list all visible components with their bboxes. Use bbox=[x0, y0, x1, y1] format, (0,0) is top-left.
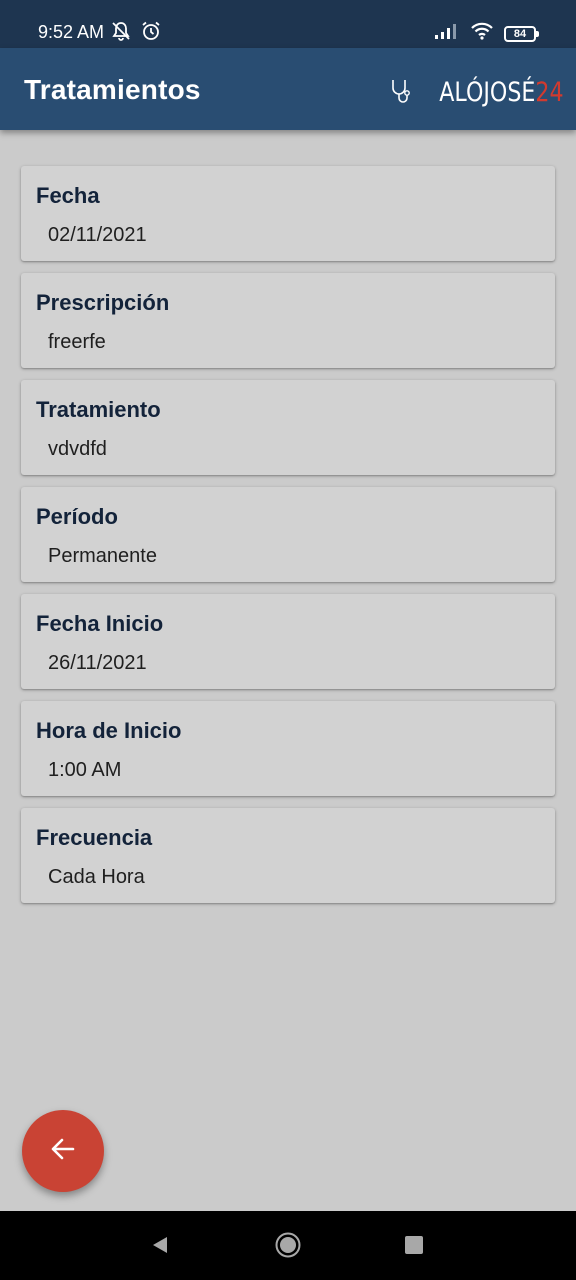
card-label: Fecha bbox=[36, 183, 100, 208]
battery-icon: 84 bbox=[504, 25, 539, 42]
page-title: Tratamientos bbox=[24, 74, 201, 105]
card-label: Hora de Inicio bbox=[36, 718, 182, 743]
card-value: vdvdfd bbox=[48, 438, 107, 460]
signal-icon bbox=[434, 22, 460, 45]
bell-off-icon bbox=[110, 20, 132, 47]
detail-card-hora-inicio: Hora de Inicio 1:00 AM bbox=[21, 701, 555, 796]
detail-card-tratamiento: Tratamiento vdvdfd bbox=[21, 380, 555, 475]
card-label: Período bbox=[36, 504, 118, 529]
logo-name: ALÓJOSÉ bbox=[439, 77, 536, 108]
nav-recents-icon[interactable] bbox=[405, 1236, 423, 1254]
card-label: Tratamiento bbox=[36, 397, 161, 422]
status-right-icons: 84 bbox=[434, 22, 539, 45]
brand-logo: ALÓJOSÉ24 bbox=[390, 76, 564, 110]
card-value: freerfe bbox=[48, 331, 106, 353]
card-label: Fecha Inicio bbox=[36, 611, 164, 636]
alarm-icon bbox=[140, 20, 162, 47]
card-value: Cada Hora bbox=[48, 866, 145, 888]
nav-home-icon[interactable] bbox=[275, 1232, 301, 1263]
status-bar: 9:52 AM 84 bbox=[0, 0, 576, 48]
card-value: 02/11/2021 bbox=[48, 224, 147, 246]
detail-card-periodo: Período Permanente bbox=[21, 487, 555, 582]
arrow-left-icon bbox=[49, 1135, 77, 1168]
detail-card-prescripcion: Prescripción freerfe bbox=[21, 273, 555, 368]
card-label: Prescripción bbox=[36, 290, 170, 315]
detail-card-frecuencia: Frecuencia Cada Hora bbox=[21, 808, 555, 903]
card-value: 26/11/2021 bbox=[48, 652, 147, 674]
status-time: 9:52 AM bbox=[38, 22, 105, 42]
detail-card-fecha: Fecha 02/11/2021 bbox=[21, 166, 555, 261]
card-value: Permanente bbox=[48, 545, 157, 567]
back-fab-button[interactable] bbox=[22, 1110, 104, 1192]
detail-card-fecha-inicio: Fecha Inicio 26/11/2021 bbox=[21, 594, 555, 689]
nav-back-icon[interactable] bbox=[150, 1235, 170, 1260]
battery-level: 84 bbox=[513, 27, 527, 40]
logo-text: ALÓJOSÉ24 bbox=[440, 78, 564, 108]
card-label: Frecuencia bbox=[36, 825, 153, 850]
card-value: 1:00 AM bbox=[48, 759, 122, 781]
logo-number: 24 bbox=[535, 77, 564, 108]
stethoscope-icon bbox=[390, 77, 411, 110]
status-left-icons bbox=[110, 20, 162, 47]
system-nav-bar bbox=[0, 1211, 576, 1280]
treatment-details-list: Fecha 02/11/2021 Prescripción freerfe Tr… bbox=[21, 166, 555, 915]
wifi-icon bbox=[470, 22, 494, 45]
app-bar: Tratamientos ALÓJOSÉ24 bbox=[0, 48, 576, 130]
